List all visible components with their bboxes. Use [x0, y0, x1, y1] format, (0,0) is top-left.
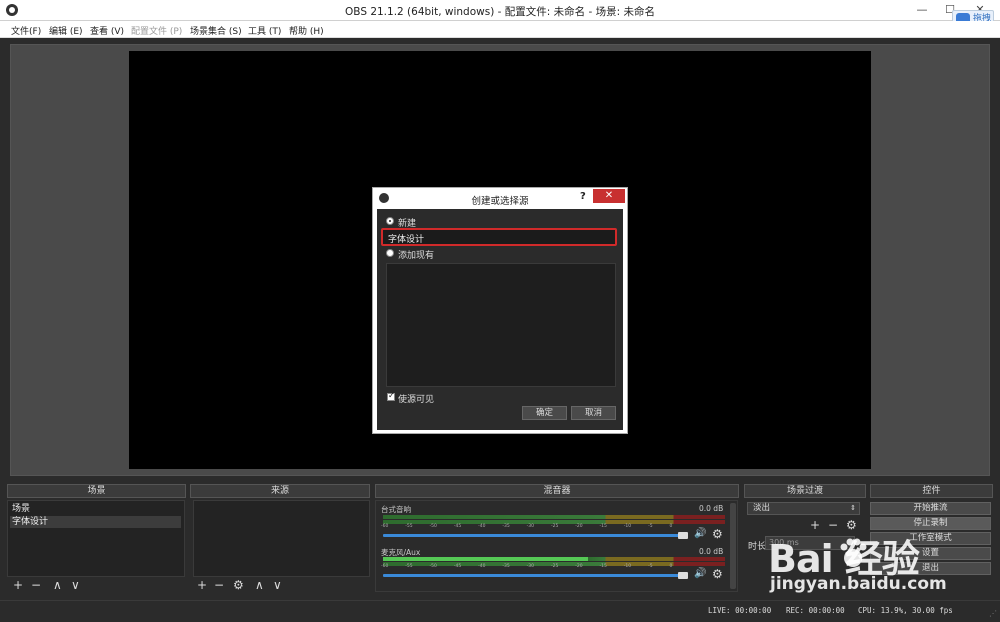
scene-item[interactable]: 字体设计 — [10, 516, 181, 528]
cpu-status: CPU: 13.9%, 30.00 fps — [858, 606, 953, 615]
existing-sources-list[interactable] — [386, 263, 616, 387]
remove-scene-minus-icon[interactable]: − — [31, 578, 41, 592]
audio-settings-gear-icon[interactable]: ⚙ — [712, 567, 723, 581]
stop-recording-button[interactable]: 停止录制 — [870, 517, 991, 530]
volume-meter — [383, 515, 725, 519]
move-source-up-icon[interactable]: ∧ — [255, 578, 264, 592]
menu-tools[interactable]: 工具 (T) — [248, 24, 281, 37]
duration-input[interactable]: 300 ms — [765, 536, 855, 550]
radio-new[interactable] — [386, 217, 394, 225]
remove-source-minus-icon[interactable]: − — [214, 578, 224, 592]
track-db: 0.0 dB — [699, 504, 724, 513]
live-status: LIVE: 00:00:00 — [708, 606, 772, 615]
start-streaming-button[interactable]: 开始推流 — [870, 502, 991, 515]
volume-icon[interactable]: 🔊 — [694, 568, 706, 579]
add-source-plus-icon[interactable]: + — [197, 578, 207, 592]
studio-mode-button[interactable]: 工作室模式 — [870, 532, 991, 545]
menu-profile[interactable]: 配置文件 (P) — [131, 24, 182, 37]
sources-dock-header: 来源 — [190, 484, 370, 498]
source-properties-gear-icon[interactable]: ⚙ — [233, 578, 244, 592]
menu-bar: 文件(F) 编辑 (E) 查看 (V) 配置文件 (P) 场景集合 (S) 工具… — [0, 21, 1000, 38]
ok-button[interactable]: 确定 — [522, 406, 567, 420]
dialog-title: 创建或选择源 — [471, 196, 529, 207]
transition-properties-gear-icon[interactable]: ⚙ — [846, 518, 857, 532]
scenes-dock-header: 场景 — [7, 484, 186, 498]
add-scene-plus-icon[interactable]: + — [13, 578, 23, 592]
meter-ticks: -60 -55 -50 -45 -40 -35 -30 -25 -20 -15 … — [381, 524, 673, 529]
remove-transition-minus-icon[interactable]: − — [828, 518, 838, 532]
mixer-dock-header: 混音器 — [375, 484, 739, 498]
menu-scene-collection[interactable]: 场景集合 (S) — [190, 24, 242, 37]
dialog-close-button[interactable]: ✕ — [593, 189, 625, 203]
transition-select[interactable]: 淡出 ⇕ — [747, 502, 860, 515]
sources-list[interactable] — [193, 500, 370, 577]
exit-button[interactable]: 退出 — [870, 562, 991, 575]
mixer-scrollbar[interactable] — [730, 503, 736, 589]
move-source-down-icon[interactable]: ∨ — [273, 578, 282, 592]
volume-slider[interactable] — [383, 574, 685, 577]
menu-file[interactable]: 文件(F) — [11, 24, 41, 37]
duration-label: 时长 — [748, 542, 767, 552]
volume-meter — [383, 557, 725, 561]
radio-add-existing[interactable] — [386, 249, 394, 257]
window-title: OBS 21.1.2 (64bit, windows) - 配置文件: 未命名 … — [345, 6, 655, 18]
source-name-input[interactable]: 字体设计 — [381, 228, 617, 246]
create-select-source-dialog: 创建或选择源 ? ✕ 新建 字体设计 添加现有 使源可见 确定 取消 — [372, 187, 628, 434]
menu-view[interactable]: 查看 (V) — [90, 24, 124, 37]
make-visible-label: 使源可见 — [398, 395, 435, 405]
radio-add-existing-label: 添加现有 — [398, 251, 435, 261]
transition-selected: 淡出 — [753, 503, 771, 513]
volume-slider-thumb[interactable] — [678, 572, 688, 579]
audio-mixer: 台式音响 0.0 dB -60 -55 -50 -45 -40 -35 -30 … — [375, 500, 738, 592]
resize-grip-icon[interactable]: ⋰ — [989, 609, 997, 618]
settings-button[interactable]: 设置 — [870, 547, 991, 560]
dialog-body: 新建 字体设计 添加现有 使源可见 确定 取消 — [377, 209, 623, 430]
help-icon[interactable]: ? — [580, 191, 586, 202]
controls-dock-header: 控件 — [870, 484, 993, 498]
scenes-list[interactable]: 场景 字体设计 — [7, 500, 185, 577]
volume-icon[interactable]: 🔊 — [694, 528, 706, 539]
volume-slider[interactable] — [383, 534, 685, 537]
rec-status: REC: 00:00:00 — [786, 606, 845, 615]
audio-settings-gear-icon[interactable]: ⚙ — [712, 527, 723, 541]
cancel-button[interactable]: 取消 — [571, 406, 616, 420]
status-bar: LIVE: 00:00:00 REC: 00:00:00 CPU: 13.9%,… — [0, 600, 1000, 622]
title-bar: OBS 21.1.2 (64bit, windows) - 配置文件: 未命名 … — [0, 0, 1000, 21]
track-db: 0.0 dB — [699, 547, 724, 556]
scene-item[interactable]: 场景 — [10, 503, 181, 515]
watermark-url: jingyan.baidu.com — [770, 574, 947, 594]
chevron-updown-icon: ⇕ — [850, 504, 856, 512]
meter-ticks: -60 -55 -50 -45 -40 -35 -30 -25 -20 -15 … — [381, 564, 673, 569]
move-scene-down-icon[interactable]: ∨ — [71, 578, 80, 592]
move-scene-up-icon[interactable]: ∧ — [53, 578, 62, 592]
minimize-button[interactable]: — — [908, 0, 936, 21]
add-transition-plus-icon[interactable]: + — [810, 518, 820, 532]
menu-help[interactable]: 帮助 (H) — [289, 24, 324, 37]
make-visible-checkbox[interactable] — [387, 391, 395, 401]
track-name: 台式音响 — [381, 505, 411, 514]
menu-edit[interactable]: 编辑 (E) — [49, 24, 83, 37]
volume-slider-thumb[interactable] — [678, 532, 688, 539]
transitions-dock-header: 场景过渡 — [744, 484, 866, 498]
dialog-title-bar: 创建或选择源 ? ✕ — [373, 188, 627, 208]
